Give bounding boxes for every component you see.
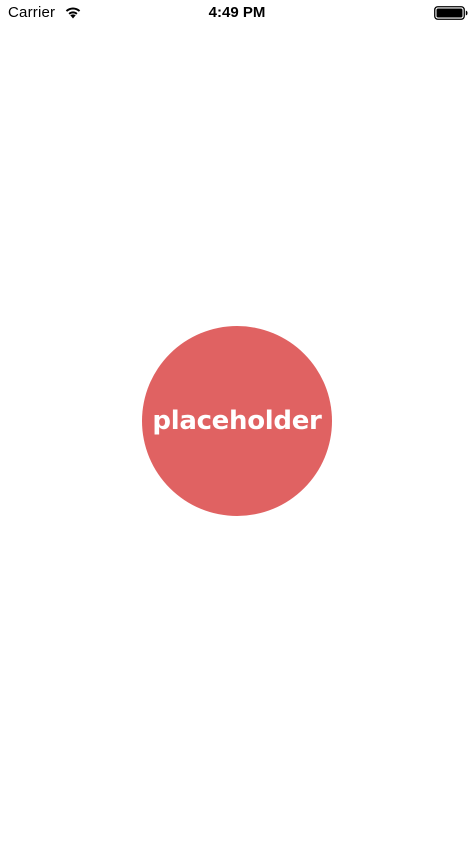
status-bar: Carrier 4:49 PM (0, 0, 474, 28)
placeholder-label: placeholder (152, 406, 322, 436)
placeholder-circle: placeholder (142, 326, 332, 516)
status-time: 4:49 PM (208, 4, 266, 21)
main-content: placeholder (0, 28, 474, 843)
battery-icon (434, 6, 468, 20)
